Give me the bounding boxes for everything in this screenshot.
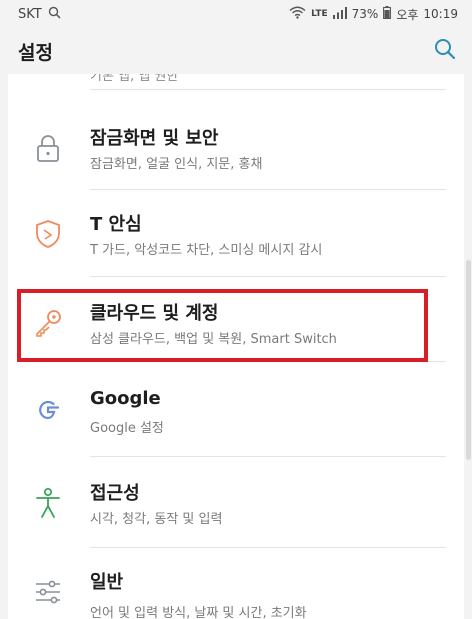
clock: 10:19 [423, 7, 458, 21]
google-icon [30, 392, 66, 428]
wifi-icon [289, 6, 306, 22]
settings-item-title: T 안심 [90, 214, 142, 235]
shield-icon [30, 216, 66, 252]
signal-icon [332, 6, 347, 22]
battery-percent: 73% [351, 7, 379, 21]
app-bar: 설정 [0, 28, 472, 74]
settings-item-accessibility[interactable]: 접근성 시각, 청각, 동작 및 입력 [8, 457, 464, 553]
accessibility-icon [30, 485, 66, 521]
settings-item-subtitle: 잠금화면, 얼굴 인식, 지문, 홍채 [90, 157, 263, 172]
settings-item-general[interactable]: 일반 언어 및 입력 방식, 날짜 및 시간, 초기화 [8, 548, 464, 619]
cut-off-subtitle: 기본 앱, 앱 권한 [90, 74, 179, 84]
battery-icon [383, 6, 392, 22]
lock-icon [30, 130, 66, 166]
search-status-icon [48, 6, 61, 23]
settings-item-subtitle: T 가드, 악성코드 차단, 스미싱 메시지 감시 [90, 243, 323, 258]
sliders-icon [30, 574, 66, 610]
scrollbar-thumb[interactable] [466, 260, 471, 460]
settings-item-subtitle: 시각, 청각, 동작 및 입력 [90, 512, 223, 527]
settings-item-title: 일반 [90, 572, 124, 593]
settings-item-google[interactable]: Google Google 설정 [8, 362, 464, 458]
status-bar: SKT LTE 73% 오후 10:19 [0, 0, 472, 28]
settings-item-title: 잠금화면 및 보안 [90, 128, 219, 149]
settings-item-t-safety[interactable]: T 안심 T 가드, 악성코드 차단, 스미싱 메시지 감시 [8, 190, 464, 286]
settings-item-lock-screen-security[interactable]: 잠금화면 및 보안 잠금화면, 얼굴 인식, 지문, 홍채 [8, 90, 464, 186]
network-label: LTE [311, 9, 328, 19]
settings-item-title: Google [90, 388, 161, 409]
carrier-label: SKT [18, 6, 42, 22]
highlight-box [17, 289, 428, 362]
settings-item-title: 접근성 [90, 483, 140, 504]
page-title: 설정 [18, 41, 53, 64]
ampm-label: 오후 [396, 7, 419, 22]
search-icon[interactable] [434, 38, 456, 64]
settings-item-subtitle: Google 설정 [90, 421, 164, 436]
